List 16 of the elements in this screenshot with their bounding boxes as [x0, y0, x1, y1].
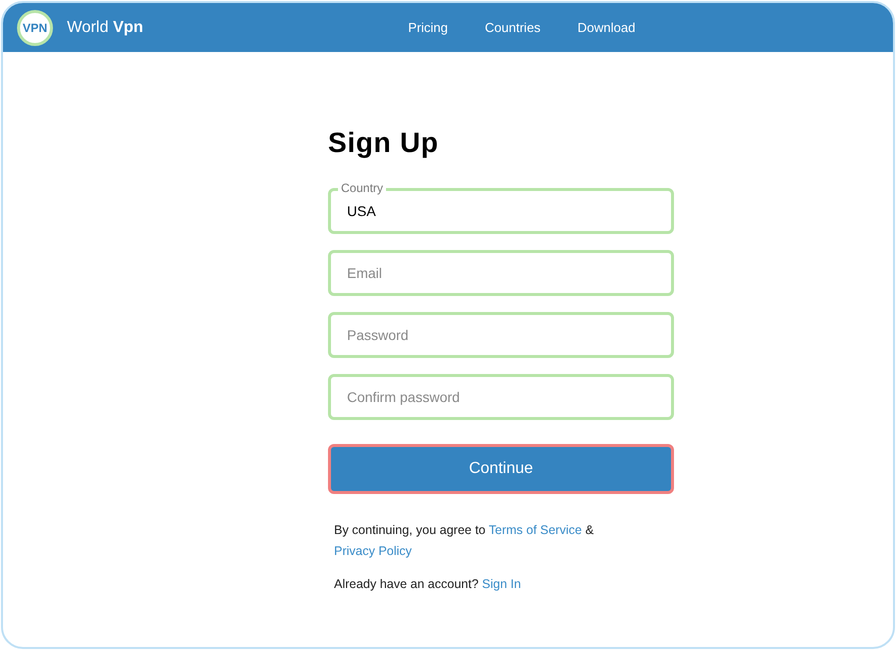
logo-badge: VPN: [17, 10, 53, 46]
terms-link[interactable]: Terms of Service: [488, 523, 582, 537]
page-title: Sign Up: [328, 126, 440, 160]
agreement-text: By continuing, you agree to Terms of Service & Privacy Policy: [333, 522, 595, 560]
input-field[interactable]: Password: [328, 312, 674, 358]
nav-link[interactable]: Download: [578, 18, 636, 38]
input-field[interactable]: Confirm password: [328, 374, 674, 420]
brand-name: World Vpn: [67, 18, 144, 38]
privacy-link[interactable]: Privacy Policy: [334, 544, 412, 558]
nav-link[interactable]: Pricing: [408, 18, 448, 38]
input-field[interactable]: Email: [328, 250, 674, 296]
field-label: Country: [338, 181, 386, 195]
nav-link[interactable]: Countries: [484, 18, 541, 38]
continue-button[interactable]: Continue: [328, 444, 674, 494]
signin-text: Already have an account? Sign In: [333, 576, 522, 593]
signin-link[interactable]: Sign In: [482, 577, 521, 591]
